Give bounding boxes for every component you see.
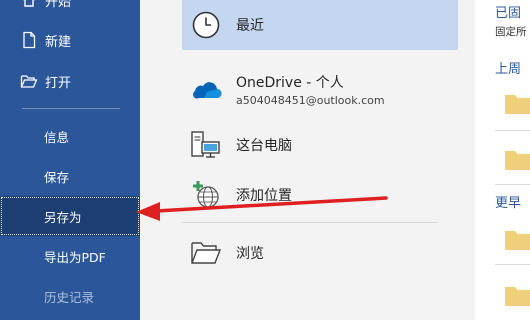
folder-row-divider <box>495 130 530 131</box>
nav-save-as-label: 另存为 <box>44 209 82 225</box>
nav-history[interactable]: 历史记录 <box>0 278 140 314</box>
nav-home[interactable]: 开始 <box>0 0 140 18</box>
recent-folders-panel: 已固 固定所 上周 更早 <box>475 0 530 320</box>
location-recent-label: 最近 <box>236 18 264 34</box>
open-folder-icon <box>20 72 38 90</box>
location-onedrive-text: OneDrive - 个人 a504048451@outlook.com <box>236 72 385 107</box>
folder-icon[interactable] <box>505 148 530 170</box>
computer-icon <box>186 125 226 165</box>
location-this-pc[interactable]: 这台电脑 <box>182 122 458 168</box>
nav-home-label: 开始 <box>45 0 72 10</box>
clock-icon <box>186 5 226 45</box>
home-icon <box>20 0 38 9</box>
folder-icon[interactable] <box>505 92 530 114</box>
location-this-pc-label: 这台电脑 <box>236 138 292 154</box>
location-add-place-label: 添加位置 <box>236 188 292 204</box>
nav-info[interactable]: 信息 <box>0 118 140 154</box>
backstage-sidebar: 开始 新建 打开 信息 保存 另存为 导出为PDF 历史记录 <box>0 0 140 320</box>
nav-open-label: 打开 <box>45 75 72 91</box>
last-week-heading: 上周 <box>495 62 522 77</box>
location-onedrive-label: OneDrive - 个人 <box>236 74 344 91</box>
location-recent[interactable]: 最近 <box>182 0 458 50</box>
folder-row-divider <box>495 184 530 185</box>
pinned-heading: 已固 <box>495 6 522 21</box>
nav-export-pdf-label: 导出为PDF <box>44 249 106 265</box>
nav-info-label: 信息 <box>44 129 70 145</box>
folder-row-divider <box>495 264 530 265</box>
folder-icon[interactable] <box>505 228 530 250</box>
nav-new[interactable]: 新建 <box>0 22 140 58</box>
browse-folder-icon <box>186 233 226 273</box>
folder-icon[interactable] <box>505 284 530 306</box>
nav-new-label: 新建 <box>45 34 72 50</box>
sidebar-divider <box>22 108 120 109</box>
earlier-heading: 更早 <box>495 196 522 211</box>
location-browse-label: 浏览 <box>236 246 264 262</box>
nav-save-as[interactable]: 另存为 <box>0 196 140 236</box>
location-browse[interactable]: 浏览 <box>182 230 458 276</box>
locations-separator <box>182 222 438 223</box>
nav-open[interactable]: 打开 <box>0 63 140 99</box>
location-onedrive-account: a504048451@outlook.com <box>236 93 385 107</box>
nav-save[interactable]: 保存 <box>0 158 140 194</box>
save-locations-panel: 最近 OneDrive - 个人 a504048451@outlook.com … <box>140 0 475 320</box>
onedrive-cloud-icon <box>186 69 226 109</box>
nav-history-label: 历史记录 <box>44 289 95 305</box>
new-document-icon <box>20 31 38 49</box>
location-add-place[interactable]: 添加位置 <box>182 172 458 218</box>
nav-save-label: 保存 <box>44 169 70 185</box>
pinned-description: 固定所 <box>495 26 527 38</box>
add-location-globe-icon <box>186 175 226 215</box>
nav-export-pdf[interactable]: 导出为PDF <box>0 238 140 274</box>
location-onedrive[interactable]: OneDrive - 个人 a504048451@outlook.com <box>182 64 458 114</box>
